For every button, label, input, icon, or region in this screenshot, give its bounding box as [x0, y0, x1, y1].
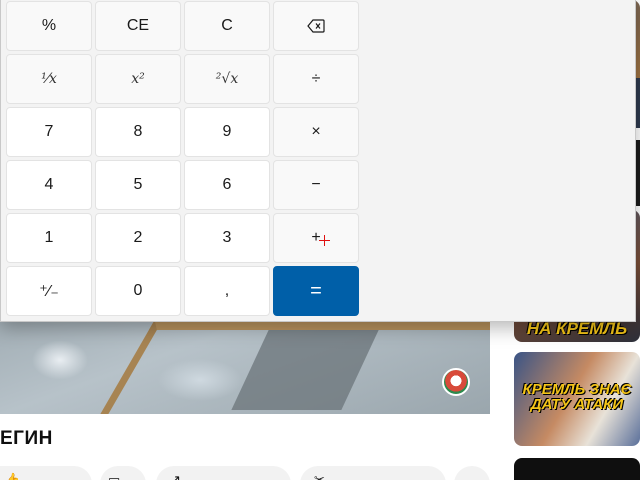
square-label: x²: [131, 71, 145, 87]
related-video-thumbnail-edge[interactable]: [636, 78, 640, 128]
square-root-button[interactable]: ²√x: [184, 54, 270, 104]
reciprocal-button[interactable]: ¹⁄x: [6, 54, 92, 104]
clip-button[interactable]: ✂: [300, 466, 446, 480]
digit-5-button[interactable]: 5: [95, 160, 181, 210]
digit-3-button[interactable]: 3: [184, 213, 270, 263]
divide-button[interactable]: ÷: [273, 54, 359, 104]
digit-1-button[interactable]: 1: [6, 213, 92, 263]
save-button[interactable]: ▭: [100, 466, 146, 480]
related-video-thumbnail[interactable]: КРЕМЛЬ ЗНАЄ ДАТУ АТАКИ: [514, 352, 640, 446]
channel-logo-watermark: [442, 368, 470, 396]
reciprocal-label: ¹⁄x: [41, 71, 57, 87]
share-icon: ↗: [170, 472, 181, 480]
plus-button[interactable]: +: [273, 213, 359, 263]
square-root-label: ²√x: [215, 71, 239, 87]
clear-button[interactable]: C: [184, 1, 270, 51]
backspace-icon: [307, 19, 325, 33]
digit-9-button[interactable]: 9: [184, 107, 270, 157]
calculator-window: % CE C ¹⁄x x² ²√x ÷ 7 8 9 × 4 5 6 − 1 2 …: [0, 0, 636, 322]
digit-8-button[interactable]: 8: [95, 107, 181, 157]
video-title: ЕГИН: [0, 428, 53, 449]
digit-4-button[interactable]: 4: [6, 160, 92, 210]
percent-button[interactable]: %: [6, 1, 92, 51]
digit-0-button[interactable]: 0: [95, 266, 181, 316]
calculator-keypad: % CE C ¹⁄x x² ²√x ÷ 7 8 9 × 4 5 6 − 1 2 …: [6, 1, 360, 317]
more-button[interactable]: [454, 466, 490, 480]
decimal-separator-button[interactable]: ,: [184, 266, 270, 316]
clear-entry-button[interactable]: CE: [95, 1, 181, 51]
clip-icon: ✂: [314, 472, 325, 480]
digit-7-button[interactable]: 7: [6, 107, 92, 157]
share-button[interactable]: ↗: [156, 466, 291, 480]
related-video-thumbnail[interactable]: [514, 458, 640, 480]
save-icon: ▭: [108, 472, 121, 480]
thumbnail-caption: КРЕМЛЬ ЗНАЄ ДАТУ АТАКИ: [522, 381, 632, 413]
like-icon: 👍: [4, 472, 21, 480]
multiply-button[interactable]: ×: [273, 107, 359, 157]
like-button[interactable]: 👍: [0, 466, 92, 480]
thumbnail-caption: НА КРЕМЛЬ: [526, 319, 628, 338]
digit-6-button[interactable]: 6: [184, 160, 270, 210]
negate-button[interactable]: ⁺⁄₋: [6, 266, 92, 316]
equals-button[interactable]: =: [273, 266, 359, 316]
minus-button[interactable]: −: [273, 160, 359, 210]
square-button[interactable]: x²: [95, 54, 181, 104]
backspace-button[interactable]: [273, 1, 359, 51]
related-video-thumbnail-edge[interactable]: [636, 140, 640, 206]
digit-2-button[interactable]: 2: [95, 213, 181, 263]
